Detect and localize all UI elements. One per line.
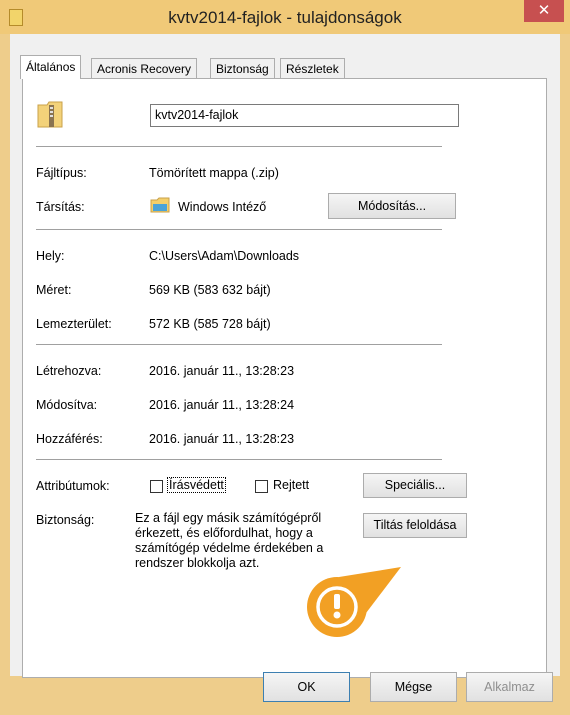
- file-type-label: Fájltípus:: [36, 166, 87, 180]
- modified-label: Módosítva:: [36, 398, 98, 412]
- zip-folder-icon: [37, 101, 63, 128]
- accessed-value: 2016. január 11., 13:28:23: [149, 432, 295, 446]
- dialog-content: Általános Acronis Recovery Biztonság Rés…: [10, 34, 560, 678]
- size-value: 569 KB (583 632 bájt): [149, 283, 271, 297]
- separator: [36, 459, 442, 460]
- separator: [36, 146, 442, 147]
- created-value: 2016. január 11., 13:28:23: [149, 364, 295, 378]
- accessed-label: Hozzáférés:: [36, 432, 103, 446]
- title-bar[interactable]: kvtv2014-fajlok - tulajdonságok ✕: [0, 0, 570, 34]
- readonly-label[interactable]: Írásvédett: [167, 477, 226, 493]
- file-name-input[interactable]: kvtv2014-fajlok: [150, 104, 459, 127]
- exclamation-icon: [307, 567, 401, 637]
- separator: [36, 229, 442, 230]
- unblock-button[interactable]: Tiltás feloldása: [363, 513, 467, 538]
- tab-details[interactable]: Részletek: [280, 58, 345, 78]
- cancel-button[interactable]: Mégse: [370, 672, 457, 702]
- ok-button[interactable]: OK: [263, 672, 350, 702]
- close-button[interactable]: ✕: [524, 0, 564, 22]
- size-on-disk-value: 572 KB (585 728 bájt): [149, 317, 271, 331]
- size-label: Méret:: [36, 283, 72, 297]
- created-label: Létrehozva:: [36, 364, 102, 378]
- advanced-button[interactable]: Speciális...: [363, 473, 467, 498]
- properties-window: kvtv2014-fajlok - tulajdonságok ✕ Általá…: [0, 0, 570, 715]
- modified-value: 2016. január 11., 13:28:24: [149, 398, 295, 412]
- hidden-checkbox[interactable]: [255, 480, 268, 493]
- tab-security[interactable]: Biztonság: [210, 58, 275, 78]
- general-panel: kvtv2014-fajlok Fájltípus: Tömörített ma…: [22, 78, 547, 678]
- apply-button: Alkalmaz: [466, 672, 553, 702]
- location-label: Hely:: [36, 249, 65, 263]
- readonly-checkbox[interactable]: [150, 480, 163, 493]
- size-on-disk-label: Lemezterület:: [36, 317, 112, 331]
- tab-acronis-recovery[interactable]: Acronis Recovery: [91, 58, 198, 78]
- hidden-label[interactable]: Rejtett: [273, 478, 309, 492]
- separator: [36, 344, 442, 345]
- window-title: kvtv2014-fajlok - tulajdonságok: [168, 8, 402, 27]
- opens-with-label: Társítás:: [36, 200, 85, 214]
- attributes-label: Attribútumok:: [36, 479, 110, 493]
- opens-with-value: Windows Intéző: [178, 200, 267, 214]
- security-label: Biztonság:: [36, 513, 95, 527]
- location-value: C:\Users\Adam\Downloads: [149, 249, 300, 263]
- explorer-folder-icon: [150, 197, 170, 213]
- change-button[interactable]: Módosítás...: [328, 193, 456, 219]
- file-type-value: Tömörített mappa (.zip): [149, 166, 279, 180]
- tab-general[interactable]: Általános: [20, 55, 82, 79]
